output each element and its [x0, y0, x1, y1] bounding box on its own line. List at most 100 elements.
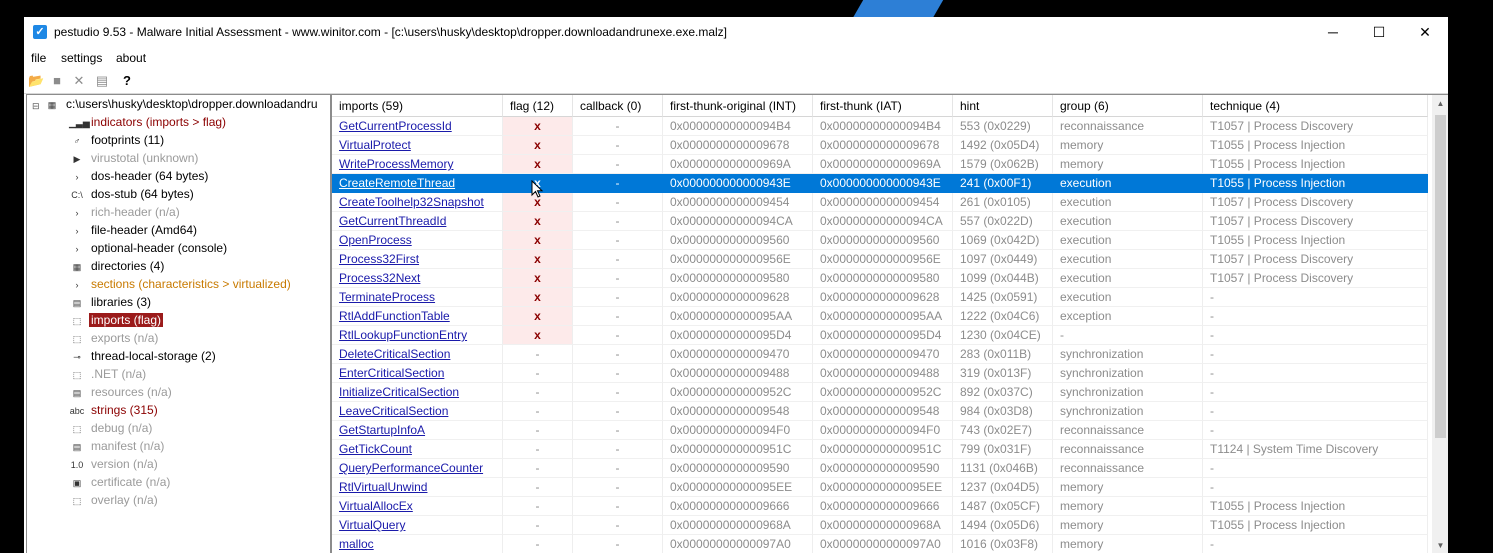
- table-row[interactable]: GetCurrentThreadId x -0x00000000000094CA 0x…: [332, 212, 1428, 231]
- import-name-link[interactable]: Process32First: [332, 250, 503, 269]
- column-header[interactable]: first-thunk (IAT): [813, 95, 953, 117]
- column-header[interactable]: hint: [953, 95, 1053, 117]
- tree-item[interactable]: ▤ libraries (3): [69, 293, 153, 311]
- save-icon[interactable]: ■: [49, 73, 65, 89]
- table-row[interactable]: CreateRemoteThread x -0x000000000000943E 0x…: [332, 174, 1428, 193]
- tree-item[interactable]: 1.0 version (n/a): [69, 455, 160, 473]
- table-row[interactable]: malloc - -0x00000000000097A0 0x000000000000…: [332, 535, 1428, 553]
- table-row[interactable]: VirtualAllocEx - -0x0000000000009666 0x0000…: [332, 497, 1428, 516]
- tree-root[interactable]: ▦ c:\users\husky\desktop\dropper.download…: [44, 95, 320, 113]
- menu-about[interactable]: about: [116, 51, 146, 65]
- table-row[interactable]: RtlAddFunctionTable x -0x00000000000095AA 0…: [332, 307, 1428, 326]
- tree-item[interactable]: ⬚ .NET (n/a): [69, 365, 148, 383]
- console-icon: C:\: [71, 189, 83, 200]
- import-name-link[interactable]: TerminateProcess: [332, 288, 503, 307]
- tree-item[interactable]: ▤ manifest (n/a): [69, 437, 166, 455]
- table-row[interactable]: LeaveCriticalSection - -0x0000000000009548…: [332, 402, 1428, 421]
- collapse-icon[interactable]: ⊟: [32, 101, 40, 112]
- minimize-button[interactable]: ─: [1310, 17, 1356, 47]
- tree-item[interactable]: ⬚ exports (n/a): [69, 329, 160, 347]
- column-header[interactable]: technique (4): [1203, 95, 1428, 117]
- menu-file[interactable]: file: [31, 51, 46, 65]
- table-row[interactable]: OpenProcess x -0x0000000000009560 0x0000000…: [332, 231, 1428, 250]
- close-button[interactable]: ✕: [1402, 17, 1448, 47]
- tree-item[interactable]: › file-header (Amd64): [69, 221, 199, 239]
- scroll-down-icon[interactable]: ▼: [1432, 537, 1448, 553]
- import-name-link[interactable]: RtlAddFunctionTable: [332, 307, 503, 326]
- tree-item[interactable]: ▁▃▅indicators (imports > flag): [69, 113, 228, 131]
- column-header[interactable]: imports (59): [332, 95, 503, 117]
- expand-arrow-icon: ›: [75, 207, 79, 218]
- table-cell: -: [573, 307, 663, 326]
- import-name-link[interactable]: CreateRemoteThread: [332, 174, 503, 193]
- table-row[interactable]: GetCurrentProcessId x -0x00000000000094B4 0…: [332, 117, 1428, 136]
- column-header[interactable]: group (6): [1053, 95, 1203, 117]
- tree-item[interactable]: ⊸ thread-local-storage (2): [69, 347, 218, 365]
- import-name-link[interactable]: Process32Next: [332, 269, 503, 288]
- vertical-scrollbar[interactable]: ▲ ▼: [1432, 95, 1448, 553]
- import-name-link[interactable]: DeleteCriticalSection: [332, 345, 503, 364]
- column-header[interactable]: flag (12): [503, 95, 573, 117]
- table-row[interactable]: QueryPerformanceCounter - -0x0000000000009…: [332, 459, 1428, 478]
- help-icon[interactable]: ?: [119, 73, 135, 89]
- import-name-link[interactable]: OpenProcess: [332, 231, 503, 250]
- table-row[interactable]: Process32First x -0x000000000000956E 0x0000…: [332, 250, 1428, 269]
- table-row[interactable]: GetTickCount - -0x000000000000951C 0x000000…: [332, 440, 1428, 459]
- scroll-up-icon[interactable]: ▲: [1432, 95, 1448, 112]
- table-row[interactable]: GetStartupInfoA - -0x00000000000094F0 0x000…: [332, 421, 1428, 440]
- tree-item[interactable]: ▣ certificate (n/a): [69, 473, 172, 491]
- table-row[interactable]: WriteProcessMemory x -0x000000000000969A 0x…: [332, 155, 1428, 174]
- tree-item[interactable]: C:\ dos-stub (64 bytes): [69, 185, 196, 203]
- import-name-link[interactable]: GetTickCount: [332, 440, 503, 459]
- table-cell: -: [573, 174, 663, 193]
- table-row[interactable]: CreateToolhelp32Snapshot x -0x000000000000…: [332, 193, 1428, 212]
- import-name-link[interactable]: VirtualQuery: [332, 516, 503, 535]
- table-cell: -: [573, 440, 663, 459]
- overlay-icon: ⬚: [72, 495, 82, 506]
- menu-settings[interactable]: settings: [61, 51, 102, 65]
- tree-item[interactable]: › sections (characteristics > virtualized…: [69, 275, 293, 293]
- import-name-link[interactable]: malloc: [332, 535, 503, 553]
- import-name-link[interactable]: WriteProcessMemory: [332, 155, 503, 174]
- table-row[interactable]: Process32Next x -0x0000000000009580 0x00000…: [332, 269, 1428, 288]
- table-row[interactable]: VirtualQuery - -0x000000000000968A 0x000000…: [332, 516, 1428, 535]
- column-header[interactable]: callback (0): [573, 95, 663, 117]
- tree-item[interactable]: ▤ resources (n/a): [69, 383, 174, 401]
- close-file-icon[interactable]: ✕: [71, 73, 87, 89]
- import-name-link[interactable]: GetStartupInfoA: [332, 421, 503, 440]
- list-icon[interactable]: ▤: [94, 73, 110, 89]
- table-row[interactable]: EnterCriticalSection - -0x0000000000009488…: [332, 364, 1428, 383]
- import-name-link[interactable]: QueryPerformanceCounter: [332, 459, 503, 478]
- tree-item[interactable]: ▶ virustotal (unknown): [69, 149, 200, 167]
- table-row[interactable]: InitializeCriticalSection - -0x00000000000…: [332, 383, 1428, 402]
- import-name-link[interactable]: CreateToolhelp32Snapshot: [332, 193, 503, 212]
- table-cell: memory: [1053, 478, 1203, 497]
- tree-item[interactable]: ▦ directories (4): [69, 257, 166, 275]
- table-row[interactable]: DeleteCriticalSection - -0x000000000000947…: [332, 345, 1428, 364]
- import-name-link[interactable]: VirtualAllocEx: [332, 497, 503, 516]
- table-row[interactable]: RtlVirtualUnwind - -0x00000000000095EE 0x00…: [332, 478, 1428, 497]
- table-row[interactable]: RtlLookupFunctionEntry x -0x00000000000095…: [332, 326, 1428, 345]
- tree-item[interactable]: abc strings (315): [69, 401, 160, 419]
- table-row[interactable]: TerminateProcess x -0x0000000000009628 0x00…: [332, 288, 1428, 307]
- tree-item[interactable]: › dos-header (64 bytes): [69, 167, 210, 185]
- tree-item[interactable]: ⬚ imports (flag): [69, 311, 164, 329]
- maximize-button[interactable]: ☐: [1356, 17, 1402, 47]
- tree-item[interactable]: › optional-header (console): [69, 239, 229, 257]
- tree-item[interactable]: ⬚ debug (n/a): [69, 419, 154, 437]
- import-name-link[interactable]: RtlVirtualUnwind: [332, 478, 503, 497]
- table-row[interactable]: VirtualProtect x -0x0000000000009678 0x0000…: [332, 136, 1428, 155]
- import-name-link[interactable]: VirtualProtect: [332, 136, 503, 155]
- import-name-link[interactable]: GetCurrentThreadId: [332, 212, 503, 231]
- tree-item[interactable]: › rich-header (n/a): [69, 203, 182, 221]
- import-name-link[interactable]: GetCurrentProcessId: [332, 117, 503, 136]
- tree-item[interactable]: ♂ footprints (11): [69, 131, 166, 149]
- scrollbar-thumb[interactable]: [1435, 115, 1446, 438]
- column-header[interactable]: first-thunk-original (INT): [663, 95, 813, 117]
- import-name-link[interactable]: EnterCriticalSection: [332, 364, 503, 383]
- folder-open-icon[interactable]: 📂: [28, 73, 44, 89]
- import-name-link[interactable]: InitializeCriticalSection: [332, 383, 503, 402]
- import-name-link[interactable]: LeaveCriticalSection: [332, 402, 503, 421]
- import-name-link[interactable]: RtlLookupFunctionEntry: [332, 326, 503, 345]
- tree-item[interactable]: ⬚ overlay (n/a): [69, 491, 160, 509]
